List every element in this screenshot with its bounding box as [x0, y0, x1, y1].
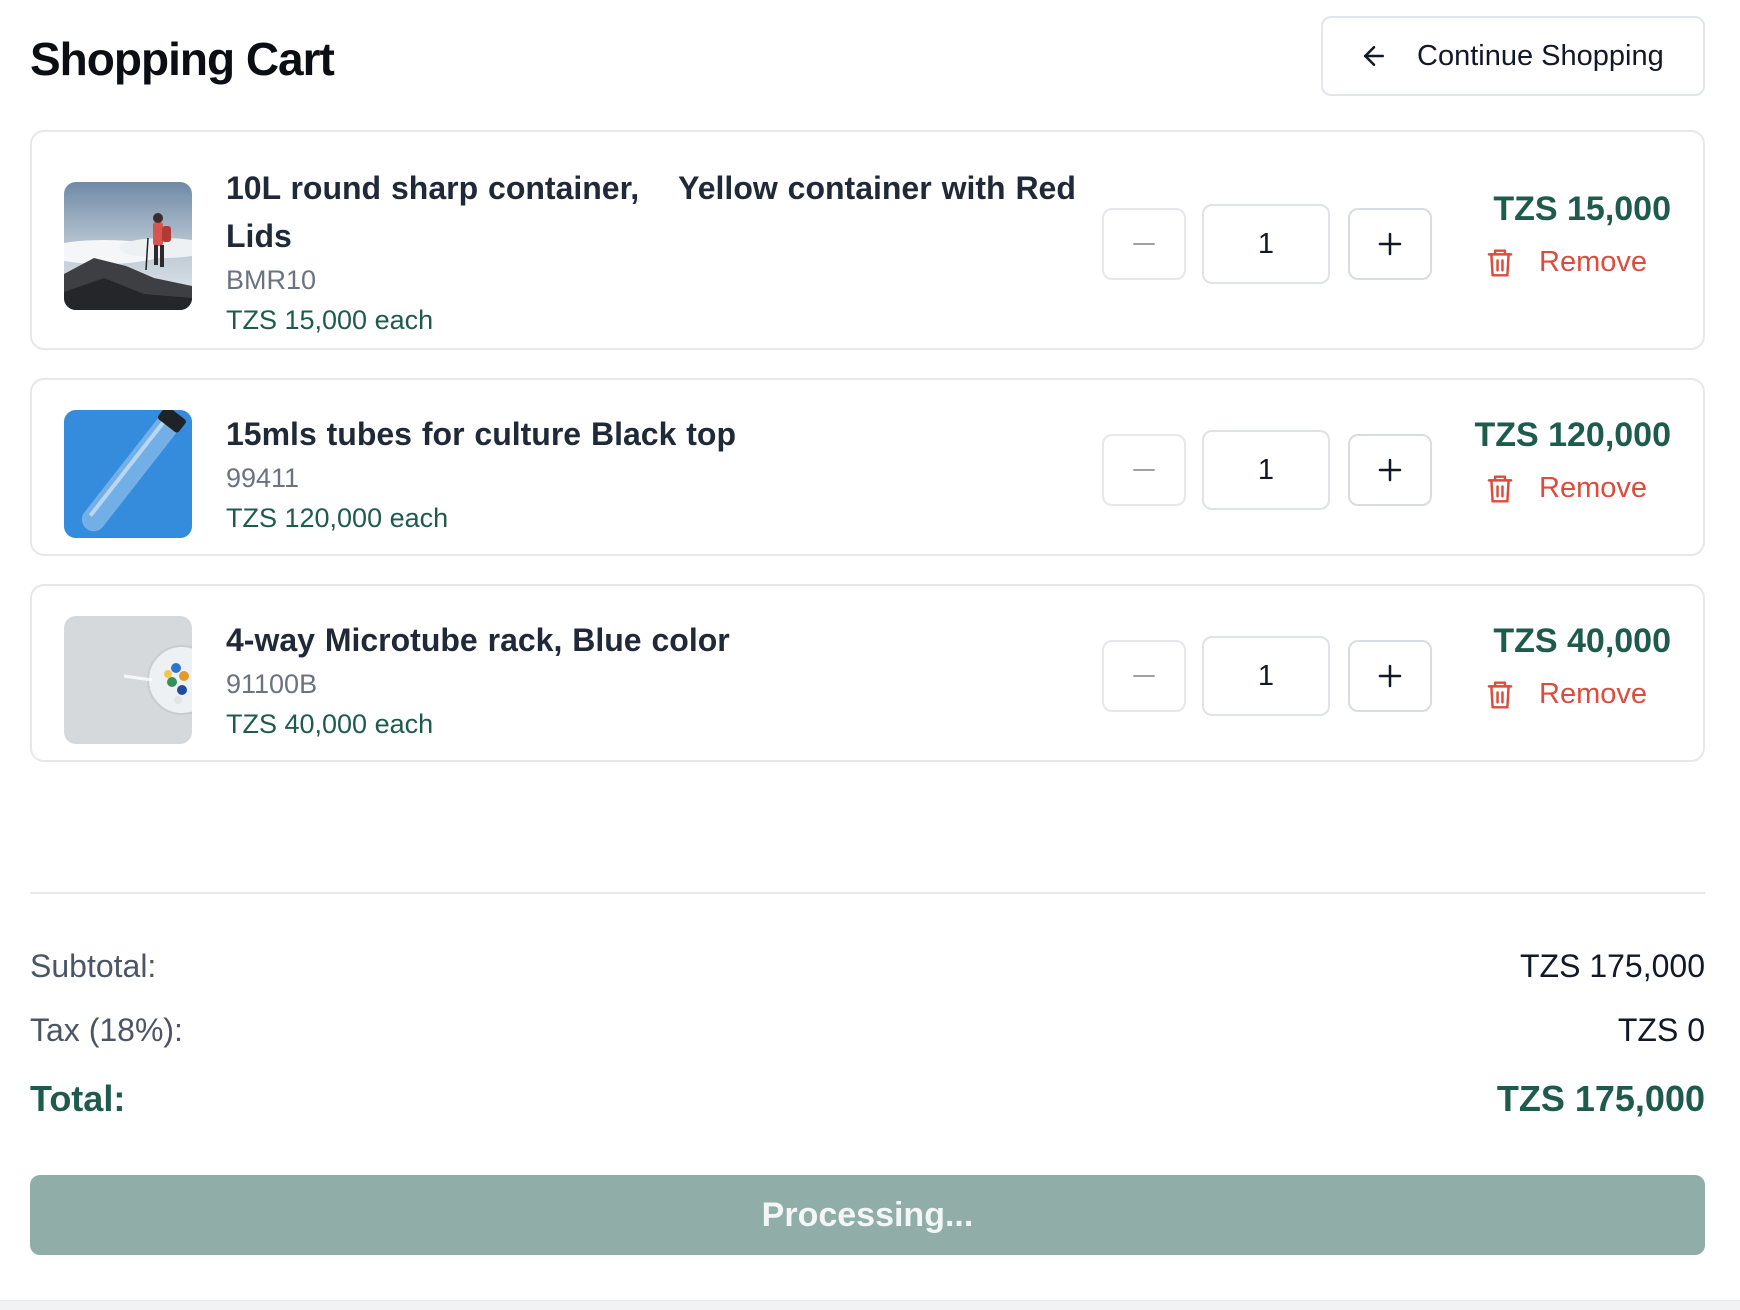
quantity-field[interactable]: 1: [1202, 430, 1330, 510]
item-name: 10L round sharp container, Yellow contai…: [226, 170, 1086, 254]
plus-icon: [1378, 664, 1402, 688]
summary-divider: [30, 892, 1705, 894]
page-bottom-edge: [0, 1300, 1740, 1310]
quantity-stepper: 1: [1102, 204, 1432, 284]
item-unit-price: TZS 15,000 each: [226, 305, 434, 335]
trash-icon: [1487, 474, 1513, 503]
hiker-photo-image: [64, 182, 192, 310]
item-line-total: TZS 120,000: [1474, 416, 1671, 454]
page-title: Shopping Cart: [30, 33, 335, 85]
minus-icon: [1133, 243, 1155, 245]
item-name: 15mls tubes for culture Black top: [226, 416, 737, 452]
glass-tube-image: [64, 410, 192, 538]
cart-item: 4-way Microtube rack, Blue color 91100B …: [30, 584, 1705, 762]
remove-item-button[interactable]: Remove: [1485, 472, 1647, 505]
arrow-left-icon: [1364, 46, 1384, 66]
cart-item: 10L round sharp container, Yellow contai…: [30, 130, 1705, 350]
item-info: 15mls tubes for culture Black top 99411 …: [226, 410, 1086, 538]
remove-item-button[interactable]: Remove: [1485, 678, 1647, 711]
remove-label: Remove: [1539, 472, 1647, 504]
quantity-field[interactable]: 1: [1202, 636, 1330, 716]
item-line-total: TZS 15,000: [1493, 190, 1671, 228]
quantity-field[interactable]: 1: [1202, 204, 1330, 284]
quantity-stepper: 1: [1102, 636, 1432, 716]
product-image: [64, 616, 192, 744]
item-unit-price: TZS 40,000 each: [226, 709, 434, 739]
item-info: 4-way Microtube rack, Blue color 91100B …: [226, 616, 1086, 744]
continue-shopping-button[interactable]: Continue Shopping: [1321, 16, 1705, 96]
item-name: 4-way Microtube rack, Blue color: [226, 622, 730, 658]
remove-label: Remove: [1539, 678, 1647, 710]
minus-icon: [1133, 675, 1155, 677]
total-row: Total: TZS 175,000: [30, 1078, 1705, 1120]
continue-shopping-label: Continue Shopping: [1417, 39, 1664, 72]
increase-quantity-button[interactable]: [1348, 434, 1432, 506]
tax-label: Tax (18%):: [30, 1012, 183, 1048]
cart-item: 15mls tubes for culture Black top 99411 …: [30, 378, 1705, 556]
tax-value: TZS 0: [1617, 1012, 1705, 1048]
minus-icon: [1133, 469, 1155, 471]
remove-item-button[interactable]: Remove: [1485, 246, 1647, 279]
cart-page: Shopping Cart Continue Shopping 10L roun…: [30, 0, 1705, 1255]
total-value: TZS 175,000: [1496, 1078, 1705, 1119]
product-image: [64, 410, 192, 538]
product-image: [64, 182, 192, 310]
item-unit-price: TZS 120,000 each: [226, 503, 449, 533]
pills-bowl-image: [64, 616, 192, 744]
increase-quantity-button[interactable]: [1348, 208, 1432, 280]
checkout-processing-button[interactable]: Processing...: [30, 1175, 1705, 1255]
total-label: Total:: [30, 1078, 126, 1119]
increase-quantity-button[interactable]: [1348, 640, 1432, 712]
plus-icon: [1378, 232, 1402, 256]
item-sku: 91100B: [226, 669, 318, 699]
cart-header: Shopping Cart Continue Shopping: [30, 0, 1705, 120]
remove-label: Remove: [1539, 246, 1647, 278]
decrease-quantity-button[interactable]: [1102, 640, 1186, 712]
item-info: 10L round sharp container, Yellow contai…: [226, 164, 1086, 340]
quantity-stepper: 1: [1102, 430, 1432, 510]
item-sku: 99411: [226, 463, 300, 493]
decrease-quantity-button[interactable]: [1102, 434, 1186, 506]
item-sku: BMR10: [226, 265, 317, 295]
item-line-total: TZS 40,000: [1493, 622, 1671, 660]
subtotal-row: Subtotal: TZS 175,000: [30, 948, 1705, 985]
tax-row: Tax (18%): TZS 0: [30, 1012, 1705, 1049]
decrease-quantity-button[interactable]: [1102, 208, 1186, 280]
subtotal-value: TZS 175,000: [1520, 948, 1705, 984]
plus-icon: [1378, 458, 1402, 482]
trash-icon: [1487, 680, 1513, 709]
trash-icon: [1487, 248, 1513, 277]
subtotal-label: Subtotal:: [30, 948, 157, 984]
